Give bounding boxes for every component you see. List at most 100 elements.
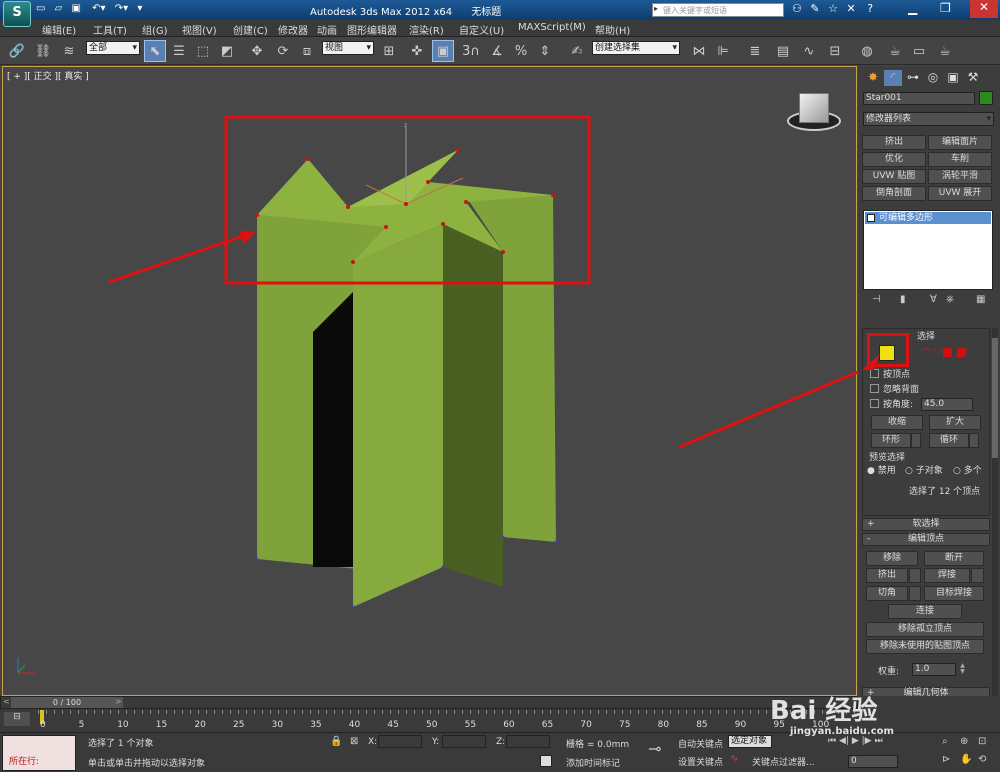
mirror-icon[interactable]: ⋈	[688, 40, 710, 62]
mod-btn-bevel-profile[interactable]: 倒角剖面	[862, 186, 926, 201]
object-name-field[interactable]: Star001	[863, 92, 975, 105]
unlink-icon[interactable]: ⛓	[32, 40, 54, 62]
break-button[interactable]: 断开	[924, 551, 984, 566]
render-production-icon[interactable]: ☕	[934, 40, 956, 62]
mod-btn-edit-patch[interactable]: 编辑面片	[928, 135, 992, 150]
prev-frame-icon[interactable]: <	[3, 697, 10, 706]
menu-rendering[interactable]: 渲染(R)	[409, 22, 444, 37]
add-time-tag-icon[interactable]	[540, 755, 552, 767]
help-icon[interactable]: ?	[867, 2, 873, 15]
utilities-tab-icon[interactable]: ⚒	[964, 70, 982, 86]
preview-multi-radio[interactable]: ○ 多个	[953, 463, 982, 476]
rect-selection-icon[interactable]: ⬚	[192, 40, 214, 62]
set-key-button[interactable]: 设置关键点	[678, 755, 723, 768]
key-tangent-icon[interactable]: ∿	[730, 753, 738, 764]
weight-value-field[interactable]: 1.0	[912, 663, 956, 676]
menu-views[interactable]: 视图(V)	[182, 22, 217, 37]
menu-modifiers[interactable]: 修改器	[278, 22, 308, 37]
keyboard-shortcut-override-icon[interactable]: ▣	[432, 40, 454, 62]
angle-snap-icon[interactable]: ∡	[486, 40, 508, 62]
edge-mode-icon[interactable]: ⌒	[921, 345, 931, 360]
show-end-result-icon[interactable]: ▮	[900, 294, 906, 305]
close-search-icon[interactable]: ✕	[846, 2, 855, 15]
binoculars-icon[interactable]: ⚇	[792, 2, 802, 15]
spinner-snap-icon[interactable]: ⇕	[534, 40, 556, 62]
loop-spinner[interactable]	[969, 433, 979, 448]
maxscript-listener[interactable]: 所在行:	[2, 735, 76, 771]
auto-key-button[interactable]: 自动关键点	[678, 737, 723, 750]
angle-value-field[interactable]: 45.0	[921, 398, 973, 411]
rotate-icon[interactable]: ⟳	[272, 40, 294, 62]
grow-button[interactable]: 扩大	[929, 415, 981, 430]
menu-graph-editors[interactable]: 图形编辑器	[347, 22, 397, 37]
polygon-mode-icon[interactable]	[943, 348, 952, 357]
menu-create[interactable]: 创建(C)	[233, 22, 268, 37]
viewcube[interactable]	[787, 93, 841, 135]
loop-button[interactable]: 循环	[929, 433, 969, 448]
select-manipulate-icon[interactable]: ✜	[406, 40, 428, 62]
search-box[interactable]: ▸ 键入关键字或短语	[652, 3, 784, 17]
stack-item-editable-poly[interactable]: 可编辑多边形	[865, 212, 991, 224]
render-setup-icon[interactable]: ☕	[884, 40, 906, 62]
pin-stack-icon[interactable]: ⊣	[872, 294, 881, 305]
new-file-icon[interactable]: ▭	[36, 3, 45, 14]
percent-snap-icon[interactable]: %	[510, 40, 532, 62]
display-tab-icon[interactable]: ▣	[944, 70, 962, 86]
tools-icon[interactable]: ✎	[810, 2, 819, 15]
by-angle-checkbox[interactable]	[870, 399, 879, 408]
menu-group[interactable]: 组(G)	[142, 22, 168, 37]
mod-btn-optimize[interactable]: 优化	[862, 152, 926, 167]
lock-selection-icon[interactable]: 🔒	[330, 736, 342, 747]
current-frame-field[interactable]: 0	[848, 755, 898, 768]
open-file-icon[interactable]: ▱	[55, 3, 63, 14]
layer-manager-icon[interactable]: ≣	[744, 40, 766, 62]
redo-icon[interactable]: ↷▾	[115, 3, 128, 14]
app-logo-icon[interactable]: S	[3, 1, 31, 27]
connect-button[interactable]: 连接	[888, 604, 962, 619]
hierarchy-tab-icon[interactable]: ⊶	[904, 70, 922, 86]
maximize-icon[interactable]: ❐	[940, 1, 951, 15]
qat-dropdown-icon[interactable]: ▾	[137, 3, 142, 14]
edit-vertices-rollout[interactable]: - 编辑顶点	[862, 533, 990, 546]
mod-btn-unwrap-uvw[interactable]: UVW 展开	[928, 186, 992, 201]
y-coord-field[interactable]	[442, 735, 486, 748]
chamfer-button[interactable]: 切角	[866, 586, 908, 601]
zoom-all-icon[interactable]: ⊕	[960, 736, 968, 747]
remove-modifier-icon[interactable]: ⎈	[946, 294, 954, 305]
favorites-icon[interactable]: ☆	[828, 2, 838, 15]
object-color-swatch[interactable]	[979, 91, 993, 105]
schematic-view-icon[interactable]: ⊟	[824, 40, 846, 62]
mod-btn-uvw-map[interactable]: UVW 贴图	[862, 169, 926, 184]
modify-tab-icon[interactable]: ◜	[884, 70, 902, 86]
extrude-button[interactable]: 挤出	[866, 568, 908, 583]
rendered-frame-icon[interactable]: ▭	[908, 40, 930, 62]
save-file-icon[interactable]: ▣	[72, 3, 81, 14]
zoom-extents-icon[interactable]: ⊡	[978, 736, 986, 747]
chamfer-settings-button[interactable]	[909, 586, 921, 601]
create-tab-icon[interactable]: ✸	[864, 70, 882, 86]
align-icon[interactable]: ⊫	[712, 40, 734, 62]
scale-icon[interactable]: ⧈	[296, 40, 318, 62]
mod-btn-lathe[interactable]: 车削	[928, 152, 992, 167]
z-coord-field[interactable]	[506, 735, 550, 748]
preview-subobject-radio[interactable]: ○ 子对象	[905, 463, 943, 476]
remove-unused-map-button[interactable]: 移除未使用的贴图顶点	[866, 639, 984, 654]
target-weld-button[interactable]: 目标焊接	[924, 586, 984, 601]
window-crossing-icon[interactable]: ◩	[216, 40, 238, 62]
menu-edit[interactable]: 编辑(E)	[42, 22, 76, 37]
weld-settings-button[interactable]	[971, 568, 984, 583]
undo-icon[interactable]: ↶▾	[92, 3, 105, 14]
configure-sets-icon[interactable]: ▦	[976, 294, 985, 305]
ignore-backfacing-checkbox[interactable]	[870, 384, 879, 393]
remove-isolated-button[interactable]: 移除孤立顶点	[866, 622, 984, 637]
x-coord-field[interactable]	[378, 735, 422, 748]
panel-scrollbar-thumb[interactable]	[992, 338, 998, 458]
curve-editor-mini-icon[interactable]: ⊟	[4, 712, 30, 726]
material-editor-icon[interactable]: ◍	[856, 40, 878, 62]
menu-animation[interactable]: 动画	[317, 22, 337, 37]
bind-space-warp-icon[interactable]: ≋	[58, 40, 80, 62]
selection-filter-dropdown[interactable]: 全部	[86, 41, 140, 55]
element-mode-icon[interactable]	[956, 348, 967, 357]
link-icon[interactable]: 🔗	[6, 40, 28, 62]
make-unique-icon[interactable]: ∀	[930, 294, 937, 305]
